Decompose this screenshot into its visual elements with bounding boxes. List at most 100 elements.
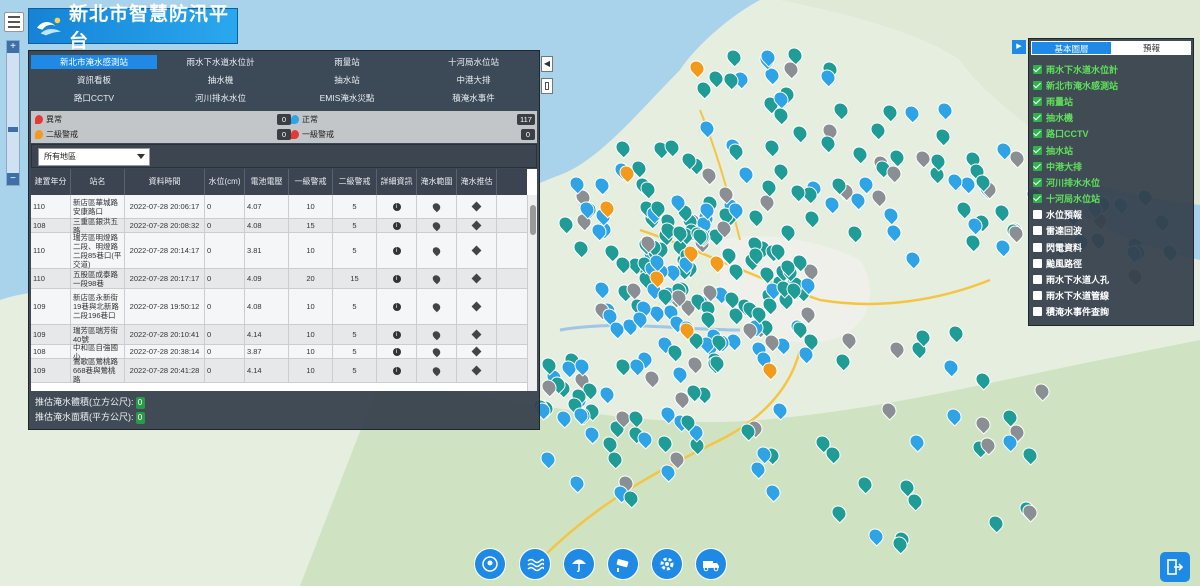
column-header[interactable]: 資料時間 [125,169,205,195]
column-header[interactable]: 站名 [71,169,125,195]
detail-info-icon[interactable]: i [392,221,401,230]
detail-info-icon[interactable]: i [392,246,401,255]
layer-checkbox[interactable] [1033,64,1042,74]
zoom-slider[interactable]: + − [6,40,20,186]
detail-info-icon[interactable]: i [392,366,401,375]
zoom-out-button[interactable]: − [7,173,19,185]
zoom-in-button[interactable]: + [7,41,19,53]
layer-item[interactable]: 雷達回波 [1033,223,1193,239]
column-header[interactable]: 建置年分 [31,169,71,195]
column-header[interactable]: 淹水範圍 [417,169,457,195]
flood-range-icon[interactable] [431,301,442,312]
layer-checkbox[interactable] [1033,96,1042,106]
umbrella-icon[interactable] [563,548,595,580]
layer-checkbox[interactable] [1033,161,1042,171]
detail-info-icon[interactable]: i [392,302,401,311]
tab-station-type[interactable]: 抽水機 [158,73,284,87]
gear-icon[interactable] [651,548,683,580]
truck-icon[interactable] [695,548,727,580]
tab-station-type[interactable]: 抽水站 [284,73,410,87]
detail-info-icon[interactable]: i [392,330,401,339]
tab-station-type[interactable]: EMIS淹水災點 [284,91,410,105]
layer-item[interactable]: 水位預報 [1033,207,1193,223]
tab-station-type[interactable]: 雨水下水道水位計 [158,55,284,69]
layer-item[interactable]: 閃電資料 [1033,239,1193,255]
menu-button[interactable] [4,12,24,32]
flood-estimate-icon[interactable] [471,273,482,284]
tab-layer-group[interactable]: 基本圖層 [1031,41,1112,55]
globe-pin-icon[interactable] [474,548,506,580]
flood-estimate-icon[interactable] [471,329,482,340]
flood-range-icon[interactable] [431,245,442,256]
layer-item[interactable]: 抽水機 [1033,110,1193,126]
layer-checkbox[interactable] [1033,275,1042,285]
table-row[interactable]: 109 新店區永新街19巷與北新路二段196巷口 2022-07-28 19:50:… [31,289,527,325]
flood-range-icon[interactable] [431,346,442,357]
table-row[interactable]: 110 瑞芳區明燈路二段、明燈路二段85巷口(平交道) 2022-07-28 20:… [31,233,527,269]
panel-resize-button[interactable] [541,78,553,94]
layer-checkbox[interactable] [1033,307,1042,317]
layer-item[interactable]: 雨水下水道管線 [1033,288,1193,304]
layer-item[interactable]: 積淹水事件查詢 [1033,304,1193,320]
layer-checkbox[interactable] [1033,226,1042,236]
layer-checkbox[interactable] [1033,291,1042,301]
area-select[interactable]: 所有地區 [38,148,150,166]
layer-checkbox[interactable] [1033,194,1042,204]
layer-checkbox[interactable] [1033,80,1042,90]
layer-item[interactable]: 雨水下水道水位計 [1033,61,1193,77]
layer-checkbox[interactable] [1033,113,1042,123]
column-header[interactable]: 水位(cm) [205,169,245,195]
layer-item[interactable]: 新北市淹水感測站 [1033,77,1193,93]
flood-range-icon[interactable] [431,329,442,340]
layer-item[interactable]: 路口CCTV [1033,126,1193,142]
column-header[interactable]: 電池電壓 [245,169,289,195]
layer-item[interactable]: 颱風路徑 [1033,255,1193,271]
flood-range-icon[interactable] [431,220,442,231]
collapse-panel-button[interactable]: ◀ [541,56,553,72]
table-row[interactable]: 108 三重區銀洪五路 2022-07-28 20:08:32 0 4.08 15 5 i [31,217,527,235]
layer-item[interactable]: 雨量站 [1033,93,1193,109]
flood-estimate-icon[interactable] [471,301,482,312]
tab-station-type[interactable]: 雨量站 [284,55,410,69]
flood-estimate-icon[interactable] [471,201,482,212]
layer-item[interactable]: 中港大排 [1033,158,1193,174]
layer-checkbox[interactable] [1033,177,1042,187]
detail-info-icon[interactable]: i [392,274,401,283]
tab-station-type[interactable]: 中港大排 [411,73,537,87]
layer-checkbox[interactable] [1033,129,1042,139]
table-row[interactable]: 109 鶯歌區鶯桃路668巷與鶯桃路 2022-07-28 20:41:28 0 4.1… [31,357,527,384]
column-header[interactable]: 淹水推估 [457,169,497,195]
column-header[interactable]: 詳細資訊 [377,169,417,195]
layer-checkbox[interactable] [1033,145,1042,155]
flood-estimate-icon[interactable] [471,245,482,256]
table-row[interactable]: 110 五股區成泰路一段98巷 2022-07-28 20:17:17 0 4.09 20… [31,269,527,289]
layer-item[interactable]: 抽水站 [1033,142,1193,158]
layer-checkbox[interactable] [1033,242,1042,252]
tab-layer-group[interactable]: 預報 [1112,41,1191,55]
layer-panel-toggle[interactable]: ▶ [1012,40,1026,54]
zoom-thumb[interactable] [8,127,18,132]
table-scrollbar[interactable] [527,195,537,391]
column-header[interactable]: 一級警戒 [289,169,333,195]
tab-station-type[interactable]: 資訊看板 [31,73,157,87]
layer-checkbox[interactable] [1033,258,1042,268]
detail-info-icon[interactable]: i [392,202,401,211]
scrollbar-thumb[interactable] [530,205,536,235]
table-row[interactable]: 110 新店區華城路安康路口 2022-07-28 20:06:17 0 4.07 10 5… [31,195,527,219]
waves-icon[interactable] [519,548,551,580]
flood-estimate-icon[interactable] [471,220,482,231]
tab-station-type[interactable]: 新北市淹水感測站 [31,55,157,69]
flood-estimate-icon[interactable] [471,346,482,357]
layer-checkbox[interactable] [1033,210,1042,220]
tab-station-type[interactable]: 十河局水位站 [411,55,537,69]
flood-estimate-icon[interactable] [471,365,482,376]
cctv-icon[interactable] [607,548,639,580]
column-header[interactable]: 二級警戒 [333,169,377,195]
tab-station-type[interactable]: 路口CCTV [31,91,157,105]
layer-item[interactable]: 雨水下水道人孔 [1033,271,1193,287]
flood-range-icon[interactable] [431,273,442,284]
logout-button[interactable] [1160,552,1190,582]
detail-info-icon[interactable]: i [392,347,401,356]
flood-range-icon[interactable] [431,201,442,212]
layer-item[interactable]: 河川排水水位 [1033,174,1193,190]
